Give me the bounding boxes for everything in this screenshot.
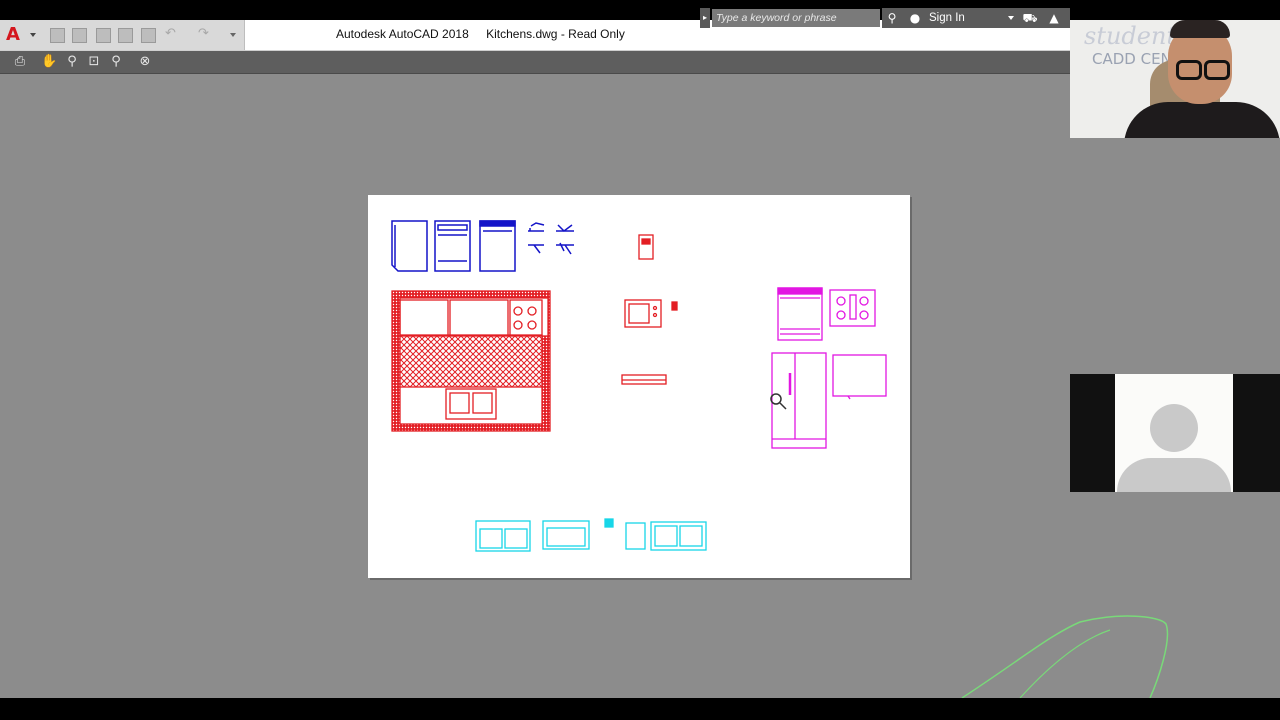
red-kitchen-plan [391, 290, 551, 432]
document-name: Kitchens.dwg - Read Only [486, 27, 625, 41]
window-title: Autodesk AutoCAD 2018 Kitchens.dwg - Rea… [336, 27, 639, 41]
exchange-icon[interactable]: ▲ [1046, 10, 1062, 26]
binoculars-icon[interactable]: ⚲ [884, 10, 900, 26]
cabinet-box [832, 354, 887, 397]
zoom-previous-icon[interactable]: ⚲ [108, 54, 124, 70]
user-icon[interactable]: ● [907, 10, 923, 26]
blue-cabinet-elevations [391, 220, 574, 272]
save-icon[interactable] [96, 28, 111, 43]
new-icon[interactable] [50, 28, 65, 43]
presenter-hair [1170, 20, 1230, 38]
product-name: Autodesk AutoCAD 2018 [336, 27, 469, 41]
screen-bottom-bar [0, 698, 1280, 720]
signin-chevron-icon[interactable] [1008, 16, 1014, 20]
magnifier-cursor-icon [770, 393, 787, 410]
cart-icon[interactable]: ⛟ [1022, 10, 1038, 26]
search-input[interactable] [712, 9, 880, 27]
oven-elevation [479, 220, 516, 272]
quick-access-toolbar: A ↶ ↷ [0, 20, 245, 50]
presenter-body [1124, 102, 1280, 138]
glasses-left [1176, 60, 1202, 80]
magenta-appliances [771, 287, 887, 449]
plot-icon[interactable] [141, 28, 156, 43]
faucet-symbols [528, 222, 574, 255]
autocad-logo-icon[interactable]: A [6, 26, 24, 44]
saveas-icon[interactable] [118, 28, 133, 43]
pan-icon[interactable]: ✋ [41, 54, 57, 70]
cabinet-elevation-1 [391, 220, 428, 272]
participant-placeholder [1115, 374, 1233, 492]
open-icon[interactable] [72, 28, 87, 43]
dishwasher-elevation [434, 220, 471, 272]
redo-icon[interactable]: ↷ [198, 26, 209, 41]
presenter-webcam: student.C CADD CEN [1070, 20, 1280, 138]
red-appliance-symbols [621, 234, 678, 385]
undo-icon[interactable]: ↶ [165, 26, 176, 41]
narrow-sink [625, 522, 646, 550]
avatar-body-icon [1117, 458, 1231, 492]
zoom-window-icon[interactable]: ⊡ [86, 54, 102, 70]
viewer-toolbar: ⎙ ✋ ⚲ ⊡ ⚲ ⊗ [0, 51, 1070, 74]
glasses-right [1204, 60, 1230, 80]
close-icon[interactable]: ⊗ [137, 54, 153, 70]
double-sink-1 [475, 520, 531, 552]
infocenter-bar: ⚲ ● ⛟ ▲ [882, 8, 1070, 28]
avatar-head-icon [1150, 404, 1198, 452]
cyan-small-symbol [604, 518, 614, 528]
cyan-sinks [475, 518, 707, 552]
drawing-sheet[interactable] [368, 195, 910, 578]
screen-top-bar [0, 0, 1280, 20]
dropdown-icon[interactable] [230, 33, 236, 37]
zoom-icon[interactable]: ⚲ [64, 54, 80, 70]
search-expand-icon[interactable]: ▸ [700, 8, 710, 28]
annotation-scribble [961, 615, 1169, 699]
signin-button[interactable]: Sign In [929, 12, 965, 24]
range-elevation [777, 287, 823, 341]
app-menu-chevron-icon[interactable] [30, 33, 36, 37]
print-icon[interactable]: ⎙ [12, 54, 28, 70]
kitchen-drawing [391, 220, 887, 552]
single-sink [542, 520, 590, 550]
